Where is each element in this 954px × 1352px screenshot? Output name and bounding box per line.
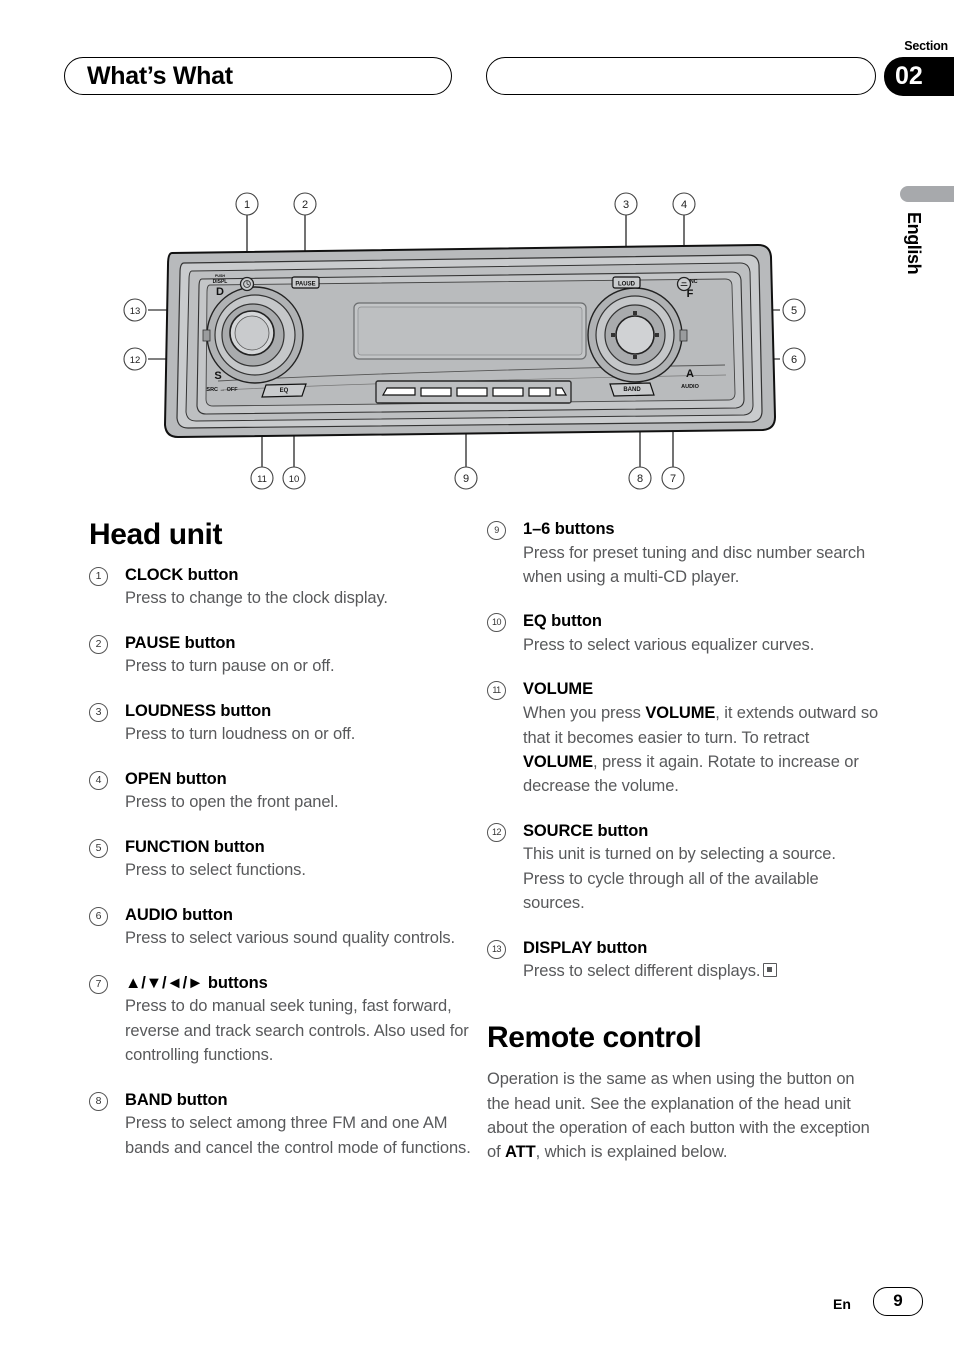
entry-title: OPEN button bbox=[125, 769, 227, 788]
callout-number-9: 9 bbox=[487, 521, 506, 540]
entry-body: Press to select among three FM and one A… bbox=[125, 1114, 471, 1157]
entry-body: Press to select functions. bbox=[125, 861, 306, 880]
left-column: Head unit 1 CLOCK button Press to change… bbox=[89, 519, 481, 1182]
svg-text:8: 8 bbox=[637, 473, 643, 485]
callout-number-7: 7 bbox=[89, 974, 108, 994]
entry-body: Press to turn loudness on or off. bbox=[125, 725, 356, 744]
entry-body: This unit is turned on by selecting a so… bbox=[523, 845, 836, 913]
entry-title: BAND button bbox=[125, 1090, 228, 1109]
svg-text:10: 10 bbox=[289, 474, 300, 485]
svg-text:AUDIO: AUDIO bbox=[681, 384, 699, 390]
entry-title: ▲/▼/◄/► buttons bbox=[125, 973, 268, 992]
head-unit-diagram: .ln{stroke:#000;stroke-width:1.1;fill:no… bbox=[110, 185, 830, 490]
list-item-open-button: 4 OPEN button Press to open the front pa… bbox=[89, 769, 481, 815]
list-item-pause-button: 2 PAUSE button Press to turn pause on or… bbox=[89, 633, 481, 679]
list-item-direction-buttons: 7 ▲/▼/◄/► buttons Press to do manual see… bbox=[89, 973, 481, 1068]
callout-number-11: 11 bbox=[487, 681, 506, 701]
svg-text:7: 7 bbox=[670, 473, 676, 485]
entry-body-text: Press to select different displays. bbox=[523, 962, 761, 981]
entry-title: LOUDNESS button bbox=[125, 701, 272, 720]
svg-text:11: 11 bbox=[257, 474, 267, 485]
remote-control-paragraph: Operation is the same as when using the … bbox=[487, 1070, 870, 1162]
entry-title: AUDIO button bbox=[125, 905, 233, 924]
entry-body: Press to do manual seek tuning, fast for… bbox=[125, 997, 469, 1065]
entry-body: Press for preset tuning and disc number … bbox=[523, 543, 866, 587]
list-item-audio-button: 6 AUDIO button Press to select various s… bbox=[89, 905, 481, 951]
entry-title: PAUSE button bbox=[125, 633, 236, 652]
callout-number-5: 5 bbox=[89, 838, 108, 858]
page-footer: En 9 bbox=[0, 1286, 954, 1326]
svg-text:LOUD: LOUD bbox=[618, 282, 636, 288]
heading-head-unit: Head unit bbox=[89, 518, 223, 551]
list-item-source-button: 12 SOURCE button This unit is turned on … bbox=[487, 821, 879, 916]
list-item-band-button: 8 BAND button Press to select among thre… bbox=[89, 1090, 481, 1160]
svg-text:D: D bbox=[216, 286, 224, 298]
svg-text:A: A bbox=[686, 368, 694, 380]
entry-title: VOLUME bbox=[523, 680, 593, 699]
list-item-eq-button: 10 EQ button Press to select various equ… bbox=[487, 611, 879, 657]
list-item-preset-buttons: 9 1–6 buttons Press for preset tuning an… bbox=[487, 519, 879, 589]
svg-text:3: 3 bbox=[623, 199, 629, 211]
svg-text:DISPL: DISPL bbox=[213, 279, 228, 285]
chapter-title-pill: What’s What bbox=[64, 57, 452, 95]
svg-text:6: 6 bbox=[791, 354, 797, 366]
list-item-clock-button: 1 CLOCK button Press to change to the cl… bbox=[89, 565, 481, 611]
svg-text:5: 5 bbox=[791, 305, 797, 317]
svg-text:PAUSE: PAUSE bbox=[295, 282, 315, 288]
section-label: Section bbox=[904, 39, 948, 53]
svg-text:BAND: BAND bbox=[623, 387, 641, 393]
callout-number-10: 10 bbox=[487, 613, 506, 633]
entry-body: Press to select various sound quality co… bbox=[125, 929, 456, 948]
svg-text:13: 13 bbox=[130, 306, 141, 317]
entry-title: CLOCK button bbox=[125, 565, 239, 584]
svg-text:9: 9 bbox=[463, 473, 469, 485]
heading-remote-control: Remote control bbox=[487, 1020, 702, 1054]
end-of-section-icon bbox=[763, 963, 778, 978]
page-title: What’s What bbox=[87, 61, 233, 90]
callout-number-12: 12 bbox=[487, 822, 506, 842]
svg-text:12: 12 bbox=[130, 355, 141, 366]
entry-title: EQ button bbox=[523, 612, 602, 631]
entry-body: Press to change to the clock display. bbox=[125, 589, 388, 608]
list-item-display-button: 13 DISPLAY button Press to select differ… bbox=[487, 938, 879, 984]
callout-number-1: 1 bbox=[89, 566, 108, 586]
list-item-loudness-button: 3 LOUDNESS button Press to turn loudness… bbox=[89, 701, 481, 747]
svg-text:4: 4 bbox=[681, 199, 687, 211]
callout-number-13: 13 bbox=[487, 939, 506, 959]
callout-number-3: 3 bbox=[89, 702, 108, 722]
entry-body: Press to turn pause on or off. bbox=[125, 657, 335, 676]
svg-text:S: S bbox=[214, 370, 221, 382]
list-item-volume: 11 VOLUME When you press VOLUME, it exte… bbox=[487, 679, 879, 798]
entry-title: SOURCE button bbox=[523, 821, 649, 840]
page-number: 9 bbox=[873, 1287, 923, 1316]
entry-body: Press to select different displays. bbox=[523, 959, 879, 983]
footer-language-code: En bbox=[833, 1296, 851, 1312]
entry-title: 1–6 buttons bbox=[523, 520, 615, 538]
svg-text:2: 2 bbox=[302, 199, 308, 211]
section-number-badge: 02 bbox=[884, 57, 954, 96]
page-header: What’s What Section 02 bbox=[0, 0, 954, 110]
svg-text:SRC ↔ OFF: SRC ↔ OFF bbox=[206, 387, 238, 393]
callout-number-6: 6 bbox=[89, 906, 108, 926]
entry-title: DISPLAY button bbox=[523, 938, 648, 957]
side-language-label: English bbox=[904, 212, 924, 275]
header-blank-pill bbox=[486, 57, 876, 95]
callout-number-8: 8 bbox=[89, 1091, 108, 1111]
entry-body: Press to select various equalizer curves… bbox=[523, 636, 815, 655]
callout-number-4: 4 bbox=[89, 770, 108, 790]
svg-text:1: 1 bbox=[244, 199, 250, 211]
side-gray-tab bbox=[900, 186, 954, 202]
right-column: 9 1–6 buttons Press for preset tuning an… bbox=[487, 519, 879, 1165]
entry-body: When you press VOLUME, it extends outwar… bbox=[523, 704, 879, 796]
list-item-function-button: 5 FUNCTION button Press to select functi… bbox=[89, 837, 481, 883]
entry-body: Press to open the front panel. bbox=[125, 793, 339, 812]
callout-number-2: 2 bbox=[89, 634, 108, 654]
entry-title: FUNCTION button bbox=[125, 837, 265, 856]
svg-text:PUSH: PUSH bbox=[215, 274, 225, 278]
svg-text:EQ: EQ bbox=[280, 388, 289, 394]
section-number: 02 bbox=[895, 62, 923, 90]
